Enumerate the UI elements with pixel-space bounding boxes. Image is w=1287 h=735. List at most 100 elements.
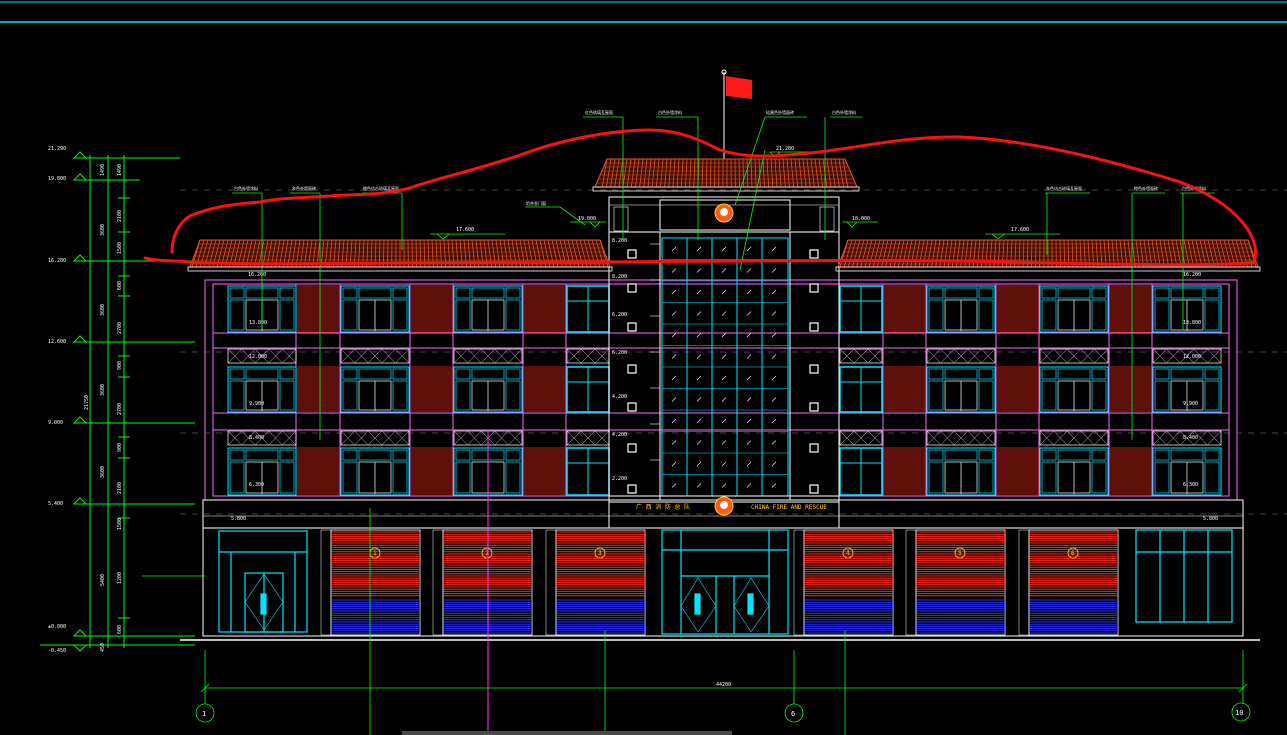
glass-hatch <box>746 375 752 381</box>
dim-fine: 2700 <box>117 322 123 334</box>
door-number: 4 <box>846 550 850 557</box>
pier <box>545 529 557 636</box>
spandrel-panel <box>926 348 996 364</box>
glass-hatch <box>771 440 777 445</box>
glass-hatch <box>671 440 677 445</box>
glass-hatch <box>746 397 752 402</box>
glass-hatch <box>746 418 752 424</box>
glass-hatch <box>771 311 777 316</box>
garage-shutter: 5 <box>915 529 1006 636</box>
tower-window <box>627 402 637 412</box>
elev-label: 19.800 <box>48 176 66 182</box>
glass-hatch <box>721 440 727 445</box>
window <box>1039 447 1109 496</box>
dim-fine: 1500 <box>117 518 123 530</box>
glass-hatch <box>671 289 677 295</box>
pier <box>320 529 332 636</box>
glass-hatch <box>746 483 752 488</box>
facade-level-labels: 16.200 16.200 13.800 13.800 12.000 12.00… <box>231 272 1218 522</box>
tower-window <box>627 322 637 332</box>
tower-window <box>809 364 819 374</box>
tower-level: 8.200 <box>612 274 627 280</box>
garage-shutters: 123456 <box>320 529 1119 636</box>
facade-level: 8.400 <box>249 435 264 441</box>
glass-hatch <box>696 354 702 359</box>
pier <box>432 529 444 636</box>
glass-hatch <box>771 354 777 359</box>
glass-hatch <box>746 268 752 273</box>
right-roof <box>835 239 1261 272</box>
glass-hatch <box>771 289 777 295</box>
sign-chinese: 广 西 消 防 总 队 <box>636 503 690 511</box>
facade-level: 9.900 <box>249 401 264 407</box>
spandrel-panel <box>1039 348 1109 364</box>
window <box>566 366 610 413</box>
tower-window <box>627 364 637 374</box>
dim-fine: 1200 <box>117 572 123 584</box>
tile-band <box>411 447 453 495</box>
glass-hatch <box>721 483 727 488</box>
elev-label: 21.290 <box>48 146 66 152</box>
upper-facade <box>204 279 1238 501</box>
glass-hatch <box>771 268 777 273</box>
material-note: 灰色外墙面砖 <box>292 185 316 191</box>
left-elevation-labels: 21.290 19.800 16.200 12.600 9.000 5.400 … <box>48 146 66 654</box>
elev-label: 5.400 <box>48 501 63 507</box>
glass-hatch <box>721 461 727 467</box>
window <box>839 366 883 413</box>
tile-band <box>524 447 566 495</box>
tower-level: 4.200 <box>612 432 627 438</box>
facade-level: 9.900 <box>1183 401 1198 407</box>
glass-hatch <box>696 311 702 316</box>
glass-hatch <box>671 483 677 488</box>
glass-hatch <box>696 332 702 338</box>
facade-level: 16.200 <box>248 272 266 278</box>
glass-hatch <box>746 289 752 295</box>
door-number: 6 <box>1071 550 1075 557</box>
left-roof <box>187 239 613 272</box>
tower-window <box>809 283 819 293</box>
horizontal-scrollbar[interactable] <box>402 731 732 735</box>
door-number: 3 <box>598 550 602 557</box>
axis-bubble-label: 10 <box>1235 709 1243 717</box>
glass-hatch <box>746 311 752 316</box>
facade-level: 5.800 <box>1203 516 1218 522</box>
facade-level: 12.000 <box>1183 354 1201 360</box>
tower-window <box>627 443 637 453</box>
overall-width-dim: 44200 <box>716 682 731 688</box>
window <box>926 366 996 413</box>
elev-label: -0.450 <box>48 648 66 654</box>
roof-level: 18.000 <box>852 216 870 222</box>
tile-band <box>297 366 339 412</box>
spandrel-panel <box>453 348 523 364</box>
material-note: 红色琉璃瓦屋面 <box>585 109 613 115</box>
glass-hatch <box>671 397 677 402</box>
garage-shutter: 1 <box>330 529 421 636</box>
roof-level: 17.600 <box>1011 227 1029 233</box>
glass-hatch <box>671 246 677 252</box>
tower-window <box>809 484 819 494</box>
glass-hatch <box>696 461 702 467</box>
window <box>453 285 523 333</box>
dim-fine: 2700 <box>117 403 123 415</box>
glass-hatch <box>771 418 777 424</box>
glass-hatch <box>696 375 702 381</box>
tower-window <box>627 249 637 259</box>
spandrel-panel <box>839 348 883 364</box>
roof-level: 21.200 <box>776 146 794 152</box>
material-notes: 白色外墙涂料 灰色外墙面砖 橙色仿古琉璃瓦屋面 红色琉璃瓦屋面 白色外墙涂料 桔… <box>234 109 1206 206</box>
tile-band <box>411 366 453 412</box>
elev-label: 9.000 <box>48 420 63 426</box>
glass-hatch <box>746 332 752 338</box>
dim-fine: 900 <box>117 443 123 452</box>
glass-hatch <box>671 375 677 381</box>
glass-hatch <box>696 440 702 445</box>
cad-elevation-drawing: 21.290 19.800 16.200 12.600 9.000 5.400 … <box>0 1 1287 735</box>
material-note: 白色外墙涂料 <box>832 109 856 115</box>
window <box>453 366 523 413</box>
flag <box>721 69 752 162</box>
garage-shutter: 4 <box>803 529 894 636</box>
tile-band <box>524 285 566 333</box>
glass-hatch <box>696 397 702 402</box>
material-note: 白色外墙涂料 <box>234 185 258 191</box>
